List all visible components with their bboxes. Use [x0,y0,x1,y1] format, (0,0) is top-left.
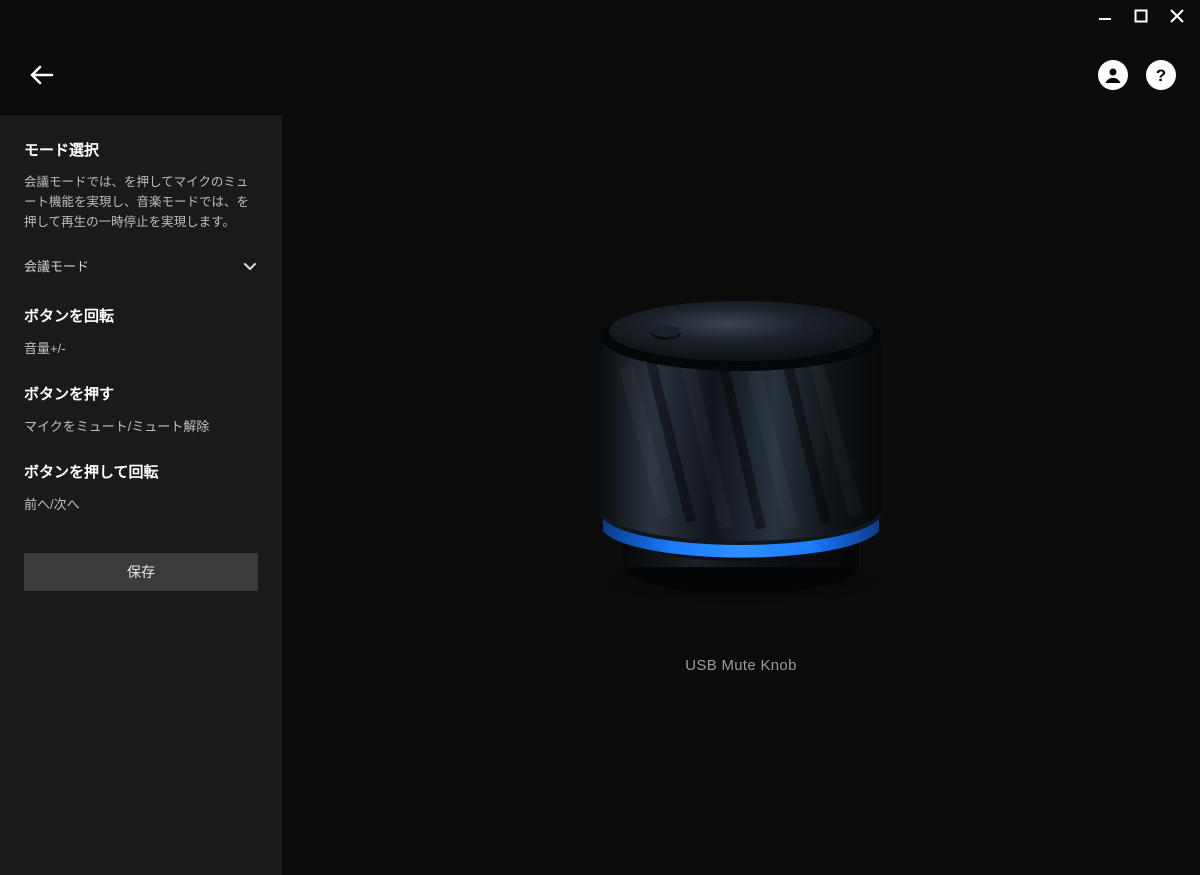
press-title: ボタンを押す [24,383,258,404]
main-content: USB Mute Knob [282,115,1200,875]
maximize-button[interactable] [1132,7,1150,25]
minimize-button[interactable] [1096,7,1114,25]
mode-select-description: 会議モードでは、を押してマイクのミュート機能を実現し、音楽モードでは、を押して再… [24,172,258,232]
press-rotate-value: 前へ/次へ [24,494,258,513]
save-button[interactable]: 保存 [24,553,258,591]
person-icon [1102,64,1124,86]
mode-select-dropdown[interactable]: 会議モード [24,252,258,279]
header: ? [0,50,1200,100]
back-button[interactable] [24,57,60,93]
svg-text:?: ? [1156,66,1166,85]
device-preview: USB Mute Knob [576,257,906,674]
rotate-title: ボタンを回転 [24,305,258,326]
account-button[interactable] [1098,60,1128,90]
mode-select-value: 会議モード [24,256,89,275]
settings-sidebar: モード選択 会議モードでは、を押してマイクのミュート機能を実現し、音楽モードでは… [0,115,282,875]
press-rotate-title: ボタンを押して回転 [24,461,258,482]
device-image [576,257,906,617]
save-button-label: 保存 [127,562,155,582]
window-controls [1082,0,1200,32]
rotate-value: 音量+/- [24,338,258,357]
mode-select-title: モード選択 [24,139,258,160]
close-button[interactable] [1168,7,1186,25]
press-value: マイクをミュート/ミュート解除 [24,416,258,435]
arrow-left-icon [26,59,58,91]
device-label: USB Mute Knob [685,657,796,674]
chevron-down-icon [242,258,258,274]
question-icon: ? [1150,64,1172,86]
help-button[interactable]: ? [1146,60,1176,90]
